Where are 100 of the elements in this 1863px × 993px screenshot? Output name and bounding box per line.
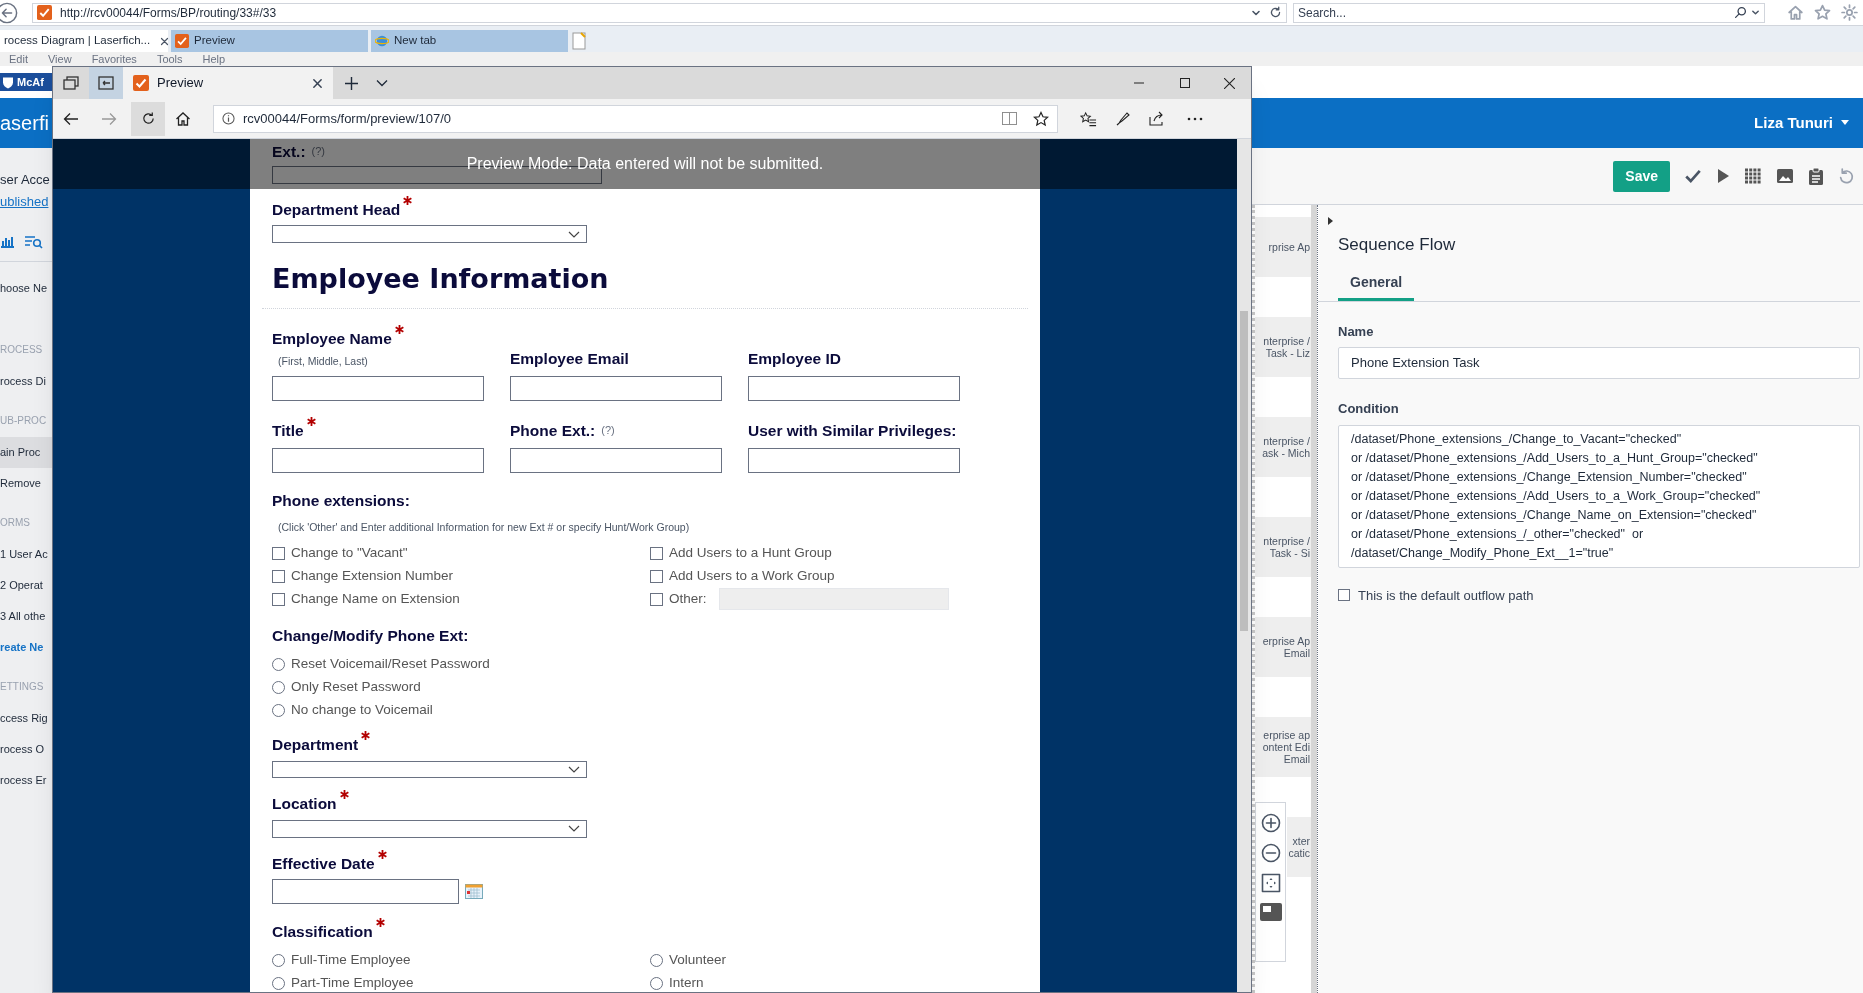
check-icon[interactable] bbox=[1684, 167, 1702, 185]
name-field[interactable]: Phone Extension Task bbox=[1338, 347, 1860, 379]
home-icon[interactable] bbox=[175, 110, 191, 127]
process-node[interactable]: erprise ap ontent Edi Email bbox=[1255, 717, 1311, 777]
radio-button[interactable] bbox=[272, 976, 285, 990]
link[interactable]: ublished bbox=[0, 192, 52, 222]
pen-icon[interactable] bbox=[1115, 110, 1131, 127]
search-field[interactable]: Search... bbox=[1293, 2, 1765, 23]
radio-button[interactable] bbox=[650, 976, 663, 990]
tab-stack-icon[interactable] bbox=[63, 76, 79, 90]
nav-item[interactable]: 1 User Ac bbox=[0, 539, 52, 570]
star-icon[interactable] bbox=[1033, 110, 1049, 127]
calendar-icon[interactable] bbox=[465, 883, 483, 900]
menu-item[interactable]: Favorites bbox=[91, 52, 137, 66]
menu-item[interactable]: Tools bbox=[156, 52, 183, 66]
chevron-down-icon[interactable] bbox=[376, 79, 388, 87]
zoom-out-icon[interactable] bbox=[1260, 843, 1281, 863]
reading-view-icon[interactable] bbox=[1002, 112, 1017, 125]
refresh-icon[interactable] bbox=[1269, 6, 1282, 19]
checkbox[interactable] bbox=[272, 546, 285, 560]
input-field[interactable] bbox=[748, 375, 960, 401]
nav-item[interactable]: ain Proc bbox=[0, 437, 52, 468]
nav-item[interactable]: rocess O bbox=[0, 734, 52, 765]
play-icon[interactable] bbox=[1716, 168, 1730, 184]
address-bar[interactable]: rcv00044/Forms/form/preview/107/0 bbox=[213, 104, 1058, 133]
address-bar[interactable]: http://rcv00044/Forms/BP/routing/33#/33 bbox=[32, 2, 1287, 23]
create-link[interactable]: reate Ne bbox=[0, 632, 52, 663]
back-icon[interactable] bbox=[0, 1, 18, 24]
input-field[interactable] bbox=[272, 375, 484, 401]
radio-button[interactable] bbox=[650, 953, 663, 967]
dropdown-field[interactable] bbox=[272, 225, 587, 244]
process-node[interactable]: nterprise / Task - Liz bbox=[1255, 317, 1311, 377]
checkbox[interactable] bbox=[650, 546, 663, 560]
maximize-icon[interactable] bbox=[1180, 78, 1190, 88]
process-node[interactable]: nterprise / Task - Si bbox=[1255, 517, 1311, 577]
browser-tab[interactable]: Preview bbox=[171, 30, 368, 52]
set-aside-button[interactable] bbox=[89, 67, 123, 99]
checkbox[interactable] bbox=[272, 569, 285, 583]
option-label: Add Users to a Work Group bbox=[669, 566, 835, 585]
menu-item[interactable]: Help bbox=[202, 52, 226, 66]
dropdown-field[interactable] bbox=[272, 819, 587, 838]
menu-item[interactable]: Edit bbox=[9, 52, 28, 66]
checkbox[interactable] bbox=[650, 569, 663, 583]
favorites-icon[interactable] bbox=[1080, 110, 1097, 127]
input-field[interactable] bbox=[748, 448, 960, 473]
input-field[interactable] bbox=[510, 375, 722, 401]
search-icon[interactable] bbox=[1734, 6, 1747, 19]
input-field[interactable] bbox=[510, 448, 722, 473]
user-menu[interactable]: Liza Tunuri bbox=[1754, 111, 1849, 135]
menu-item[interactable]: View bbox=[47, 52, 72, 66]
checkbox[interactable] bbox=[650, 592, 663, 606]
nav-item[interactable]: rocess Di bbox=[0, 366, 52, 397]
condition-field[interactable]: /dataset/Phone_extensions_/Change_to_Vacant="checked" or /dataset/Phone_extensions_/Add_Users_to_a_Hunt_Group="checked" or /dataset/Phone_extensions_/Change_Extension_Number="checked" or /dataset/Phone_extensions_/Add_Users_to_a_Work_Group="checked" or /dataset/Phone_extensions_/Change_Name_on_Extension="checked" or /dataset/Phone_extensions_/_other="checked" or /dataset/Change_Modify_Phone_Ext__1="true" bbox=[1338, 424, 1860, 568]
shield-icon bbox=[2, 75, 14, 89]
close-icon[interactable] bbox=[1224, 77, 1235, 89]
process-node[interactable]: nterprise / ask - Mich bbox=[1255, 417, 1311, 477]
nav-item[interactable]: ccess Rig bbox=[0, 703, 52, 734]
process-node[interactable]: erprise Ap Email bbox=[1255, 617, 1311, 677]
panel-tab[interactable]: General bbox=[1338, 271, 1415, 301]
browser-tab[interactable]: New tab bbox=[371, 30, 568, 52]
minimap-icon[interactable] bbox=[1259, 903, 1282, 921]
list-search-icon[interactable] bbox=[24, 234, 43, 249]
checkbox[interactable] bbox=[272, 592, 285, 606]
fit-icon[interactable] bbox=[1260, 873, 1281, 893]
scrollbar[interactable] bbox=[1237, 139, 1251, 992]
radio-button[interactable] bbox=[272, 703, 285, 717]
input-field[interactable] bbox=[272, 448, 484, 473]
dropdown-field[interactable] bbox=[272, 760, 587, 779]
zoom-in-icon[interactable] bbox=[1260, 813, 1281, 833]
grid-icon[interactable] bbox=[1744, 168, 1762, 184]
nav-item[interactable]: Remove bbox=[0, 468, 52, 499]
checkbox[interactable] bbox=[1338, 589, 1350, 602]
check-icon bbox=[133, 75, 149, 91]
scrollbar[interactable] bbox=[1311, 205, 1317, 993]
image-icon[interactable] bbox=[1776, 168, 1794, 184]
radio-button[interactable] bbox=[272, 657, 285, 671]
radio-button[interactable] bbox=[272, 953, 285, 967]
nav-item[interactable]: 3 All othe bbox=[0, 601, 52, 632]
date-field[interactable] bbox=[272, 878, 459, 904]
help-marker[interactable]: (?) bbox=[601, 422, 615, 439]
close-icon[interactable] bbox=[160, 36, 170, 46]
star-icon[interactable] bbox=[1814, 4, 1831, 21]
clipboard-icon[interactable] bbox=[1808, 167, 1824, 185]
process-node[interactable]: xter catic bbox=[1287, 817, 1311, 877]
process-node[interactable]: rprise Ap bbox=[1255, 217, 1311, 277]
back-icon[interactable] bbox=[63, 111, 79, 126]
browser-tab[interactable]: rocess Diagram | Laserfich... bbox=[0, 30, 168, 52]
nav-item[interactable]: 2 Operat bbox=[0, 570, 52, 601]
chart-icon[interactable] bbox=[0, 235, 14, 248]
new-tab-icon[interactable] bbox=[345, 76, 358, 90]
browser-tab[interactable]: Preview bbox=[123, 67, 333, 99]
more-icon[interactable] bbox=[1187, 116, 1203, 121]
radio-button[interactable] bbox=[272, 680, 285, 694]
dropdown-icon[interactable] bbox=[1751, 8, 1760, 17]
expand-icon[interactable] bbox=[1328, 217, 1333, 225]
settings-icon[interactable] bbox=[1841, 4, 1858, 21]
refresh-button[interactable] bbox=[131, 101, 165, 136]
share-icon[interactable] bbox=[1149, 111, 1165, 126]
nav-item[interactable]: rocess Er bbox=[0, 765, 52, 796]
close-icon[interactable] bbox=[312, 77, 323, 89]
